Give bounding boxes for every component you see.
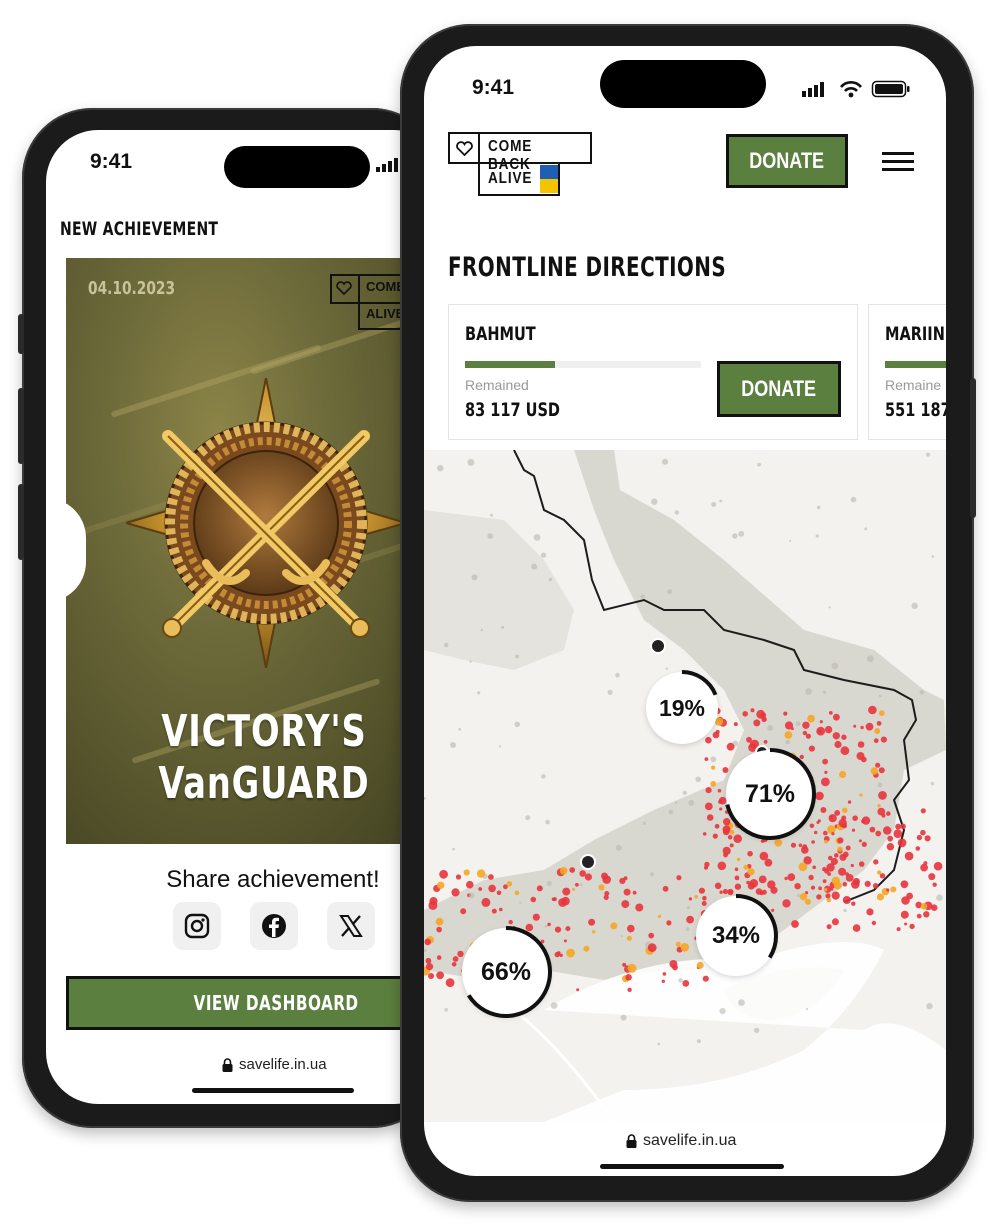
progress-ring (644, 670, 720, 746)
section-title: FRONTLINE DIRECTIONS (448, 252, 727, 283)
volume-down-button (18, 484, 24, 560)
direction-card-mariinka[interactable]: MARIIN Remaine 551 187 (868, 304, 946, 440)
progress-bar (885, 361, 946, 368)
url-text: savelife.in.ua (239, 1056, 327, 1073)
map-canvas (424, 450, 946, 1122)
url-text: savelife.in.ua (643, 1132, 737, 1149)
address-bar[interactable]: savelife.in.ua (626, 1132, 736, 1150)
lock-icon (626, 1134, 637, 1148)
progress-fill (885, 361, 946, 368)
progress-badge-34[interactable]: 34% (694, 894, 778, 978)
view-dashboard-button[interactable]: VIEW DASHBOARD (66, 976, 446, 1030)
phone-frontline: 9:41 COME BACK ALIVE DONATE FRONTLINE DI… (400, 24, 976, 1202)
signal-icon (802, 82, 824, 97)
progress-ring (460, 926, 552, 1018)
remained-value: 83 117 USD (465, 399, 560, 421)
card-logo-line2: ALIVE (366, 306, 405, 321)
dynamic-island (224, 146, 370, 188)
flag-blue (540, 165, 558, 179)
view-dashboard-label: VIEW DASHBOARD (193, 991, 359, 1015)
home-indicator[interactable] (192, 1088, 354, 1093)
direction-donate-button[interactable]: DONATE (717, 361, 841, 417)
achievement-screen: 9:41 NEW ACHIEVEMENT 04.10.2023 COME BAC… (46, 130, 446, 1104)
volume-up-button (18, 388, 24, 464)
achievement-title-line2: VanGUARD (158, 758, 370, 809)
progress-ring (694, 894, 778, 978)
remained-label: Remaine (885, 377, 942, 393)
status-time: 9:41 (472, 76, 515, 99)
progress-badge-66[interactable]: 66% (460, 926, 552, 1018)
progress-badge-71[interactable]: 71% (724, 748, 816, 840)
instagram-button[interactable] (173, 902, 221, 950)
facebook-icon (262, 914, 286, 938)
battery-icon (871, 80, 910, 98)
direction-name: BAHMUT (465, 323, 536, 345)
direction-donate-label: DONATE (741, 376, 817, 401)
progress-badge-19[interactable]: 19% (644, 670, 720, 746)
achievement-title-line1: VICTORY'S (161, 706, 367, 757)
donate-label: DONATE (749, 148, 825, 173)
lock-icon (222, 1057, 233, 1072)
wifi-icon (840, 81, 862, 98)
logo-line2: ALIVE (488, 170, 533, 187)
facebook-button[interactable] (250, 902, 298, 950)
donate-button[interactable]: DONATE (726, 134, 848, 188)
achievement-header: NEW ACHIEVEMENT (60, 218, 219, 240)
logo-line1: COME BACK (488, 138, 533, 173)
home-indicator[interactable] (600, 1164, 784, 1169)
x-button[interactable] (327, 902, 375, 950)
remained-value: 551 187 (885, 399, 946, 421)
direction-name: MARIIN (885, 323, 945, 345)
frontline-map[interactable]: 19% 71% 34% 66% (424, 450, 946, 1122)
progress-ring (724, 748, 816, 840)
progress-fill (465, 361, 555, 368)
status-icons (802, 80, 910, 98)
x-icon (339, 915, 363, 937)
come-back-alive-logo[interactable]: COME BACK ALIVE (448, 132, 594, 198)
instagram-icon (184, 913, 210, 939)
menu-icon[interactable] (882, 152, 914, 172)
share-label: Share achievement! (166, 866, 380, 893)
flag-yellow (540, 179, 558, 193)
mute-switch (18, 314, 24, 354)
achievement-card[interactable]: 04.10.2023 COME BACK ALIVE (66, 258, 446, 844)
status-time: 9:41 (90, 150, 133, 173)
frontline-screen: 9:41 COME BACK ALIVE DONATE FRONTLINE DI… (424, 46, 946, 1176)
phone-achievement: 9:41 NEW ACHIEVEMENT 04.10.2023 COME BAC… (18, 108, 446, 1128)
remained-label: Remained (465, 377, 529, 393)
signal-icon (376, 158, 400, 177)
progress-bar (465, 361, 701, 368)
medal-emblem-icon (126, 378, 406, 668)
direction-card-bahmut[interactable]: BAHMUT Remained 83 117 USD DONATE (448, 304, 858, 440)
achievement-date: 04.10.2023 (88, 278, 176, 299)
dynamic-island (600, 60, 766, 108)
heart-icon (456, 141, 473, 156)
address-bar[interactable]: savelife.in.ua (222, 1056, 327, 1073)
power-button (970, 378, 976, 518)
heart-icon (336, 281, 352, 295)
